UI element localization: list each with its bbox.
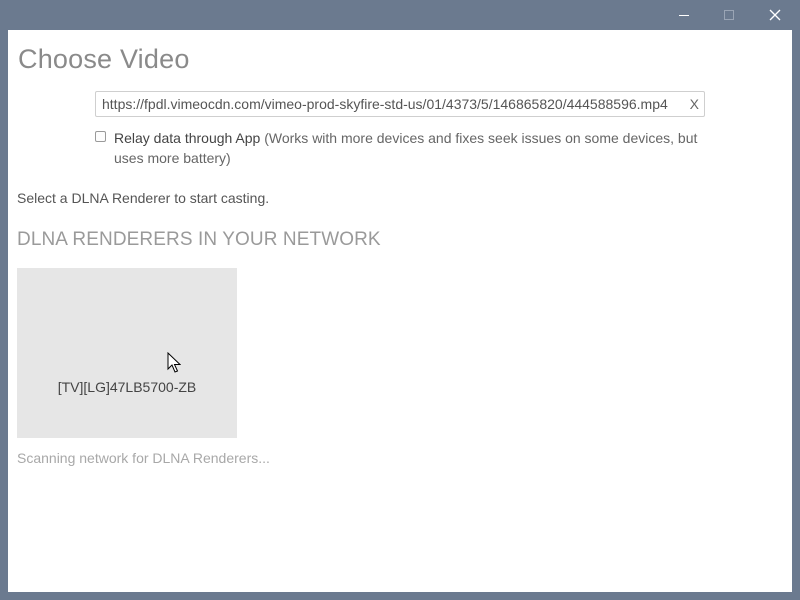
app-window: Choose Video X Relay data through App (W… [0,0,800,600]
minimize-icon [679,15,689,16]
title-bar[interactable] [0,0,800,30]
minimize-button[interactable] [661,0,707,30]
renderer-tile[interactable]: [TV][LG]47LB5700-ZB [17,268,237,438]
clear-url-button[interactable]: X [690,92,699,116]
url-field[interactable]: X [95,91,705,117]
page-title: Choose Video [18,44,190,74]
maximize-icon [724,10,734,20]
main-content: Choose Video X Relay data through App (W… [8,30,792,592]
renderer-name: [TV][LG]47LB5700-ZB [57,379,197,395]
url-input[interactable] [102,92,686,116]
maximize-button[interactable] [706,0,752,30]
renderers-heading: DLNA RENDERERS IN YOUR NETWORK [17,229,381,250]
scanning-status: Scanning network for DLNA Renderers... [17,450,270,466]
instruction-text: Select a DLNA Renderer to start casting. [17,190,270,206]
relay-checkbox[interactable] [95,131,106,142]
relay-text: Relay data through App (Works with more … [114,128,704,168]
relay-label[interactable]: Relay data through App [114,130,260,146]
close-button[interactable] [752,0,798,30]
close-icon [769,9,781,21]
